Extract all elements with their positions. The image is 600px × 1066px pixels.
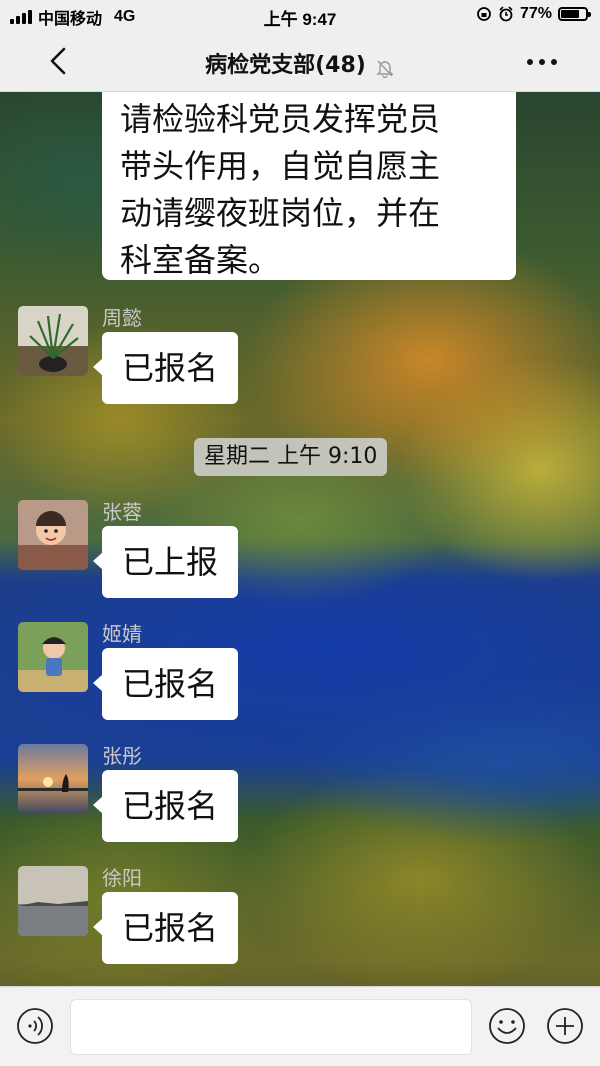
- status-bar: 中国移动 4G 上午 9:47 77%: [0, 0, 600, 32]
- avatar-xuyang[interactable]: [18, 866, 88, 936]
- chat-title: 病检党支部(48): [205, 53, 366, 78]
- sunset-photo-icon: [18, 744, 88, 814]
- message-line: 科室备案。: [120, 241, 281, 279]
- avatar-zhangrong[interactable]: [18, 500, 88, 570]
- message-input[interactable]: [70, 999, 472, 1055]
- battery-icon: [558, 7, 591, 21]
- message-line: 带头作用，自觉自愿主: [120, 147, 441, 185]
- sender-name: 姬婧: [102, 622, 142, 646]
- child-photo-icon: [18, 500, 88, 570]
- message-bubble[interactable]: 已报名: [92, 332, 239, 404]
- message-bubble[interactable]: 已报名: [92, 648, 239, 720]
- plant-photo-icon: [18, 306, 88, 376]
- message-bubble[interactable]: 已报名: [92, 892, 239, 964]
- sender-name: 张蓉: [102, 500, 142, 524]
- message-bubble[interactable]: 已报名: [92, 770, 239, 842]
- sender-name: 徐阳: [102, 866, 142, 890]
- more-icon[interactable]: [524, 50, 560, 74]
- avatar-zhangtong[interactable]: [18, 744, 88, 814]
- sender-name: 周懿: [102, 306, 142, 330]
- message-line: 请检验科党员发挥党员: [120, 100, 441, 138]
- message-bubble-announcement[interactable]: 请检验科党员发挥党员 带头作用，自觉自愿主 动请缨夜班岗位，并在 科室备案。: [102, 92, 516, 280]
- message-line: 动请缨夜班岗位，并在: [120, 194, 441, 232]
- sender-name: 张彤: [102, 744, 142, 768]
- emoji-icon[interactable]: [488, 1007, 526, 1045]
- child-photo-icon: [18, 622, 88, 692]
- avatar-jijing[interactable]: [18, 622, 88, 692]
- voice-icon[interactable]: [16, 1007, 54, 1045]
- chat-header: 病检党支部(48): [0, 32, 600, 92]
- message-bubble[interactable]: 已上报: [92, 526, 239, 598]
- input-bar: [0, 986, 600, 1066]
- lake-photo-icon: [18, 866, 88, 936]
- avatar-zhouyi[interactable]: [18, 306, 88, 376]
- time-divider: 星期二 上午 9:10: [194, 438, 388, 476]
- plus-icon[interactable]: [546, 1007, 584, 1045]
- mute-bell-icon: [376, 60, 394, 78]
- battery-percent: 77%: [519, 5, 552, 22]
- alarm-icon: [499, 6, 513, 22]
- orientation-lock-icon: [477, 7, 491, 21]
